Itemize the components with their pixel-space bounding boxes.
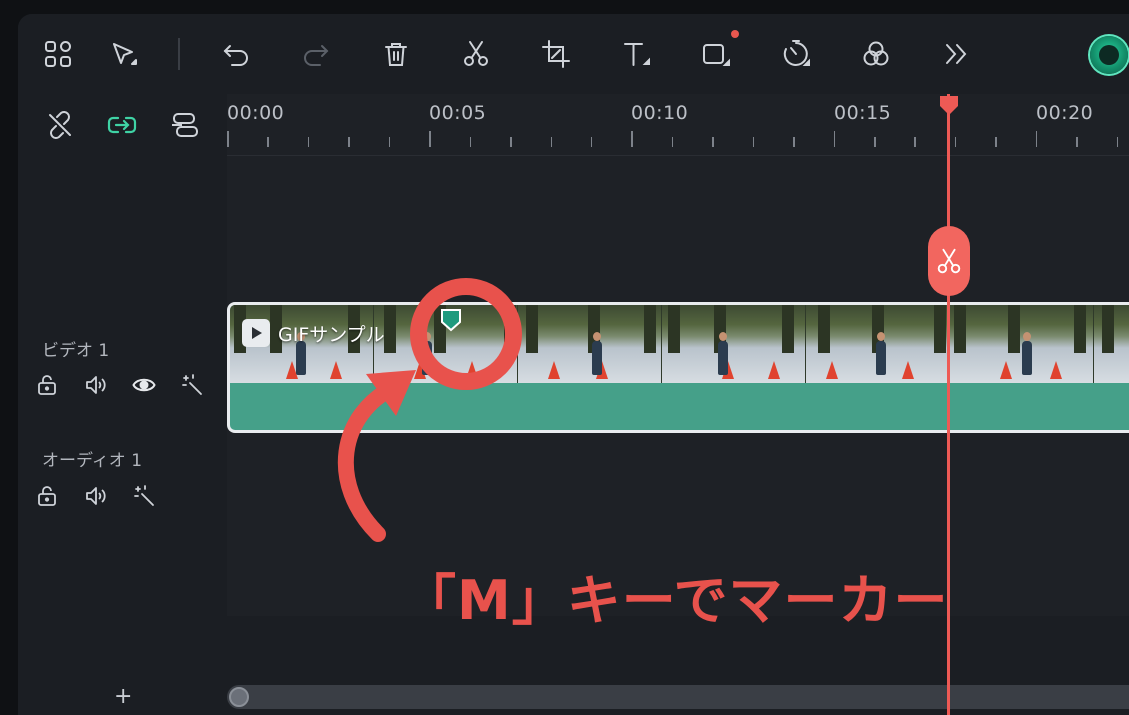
clip-frame [1094,305,1129,383]
video-track-name: ビデオ 1 [42,341,110,361]
undo-icon[interactable] [216,34,256,74]
crop-icon[interactable] [536,34,576,74]
timeline-ruler[interactable]: 00:00 00:05 00:10 00:15 00:20 [227,94,1129,156]
ruler-tick [307,137,310,147]
ruler-tick [227,131,229,147]
video-track-header: ビデオ 1 [18,298,227,436]
ruler-label: 00:00 [227,102,285,124]
ruler-tick [469,137,472,147]
magic-wand-icon[interactable] [132,484,156,508]
ruler-tick [1076,137,1078,147]
clip-frame [518,305,662,383]
notification-dot [731,30,739,38]
scrollbar-handle[interactable] [229,687,249,707]
split-scissors-button[interactable] [928,226,970,296]
editor-window: 00:00 00:05 00:10 00:15 00:20 ビデオ 1 オーディ… [18,14,1129,715]
horizontal-scrollbar[interactable] [227,685,1129,709]
playhead-handle[interactable] [938,94,960,116]
ruler-tick [793,137,795,147]
lock-icon[interactable] [36,373,60,397]
annotation-arrow [337,370,416,542]
ruler-tick [1116,137,1119,147]
ruler-tick [631,131,633,147]
play-icon [242,319,270,347]
ruler-tick [510,137,512,147]
speaker-icon[interactable] [84,484,108,508]
clip-frame [662,305,806,383]
ruler-tick [995,137,997,147]
ruler-tick [914,137,916,147]
magic-wand-icon[interactable] [180,373,204,397]
annotation-text: 「M」キーでマーカー [402,569,949,632]
ruler-tick [590,137,593,147]
ruler-tick [712,137,714,147]
more-icon[interactable] [936,34,976,74]
speed-icon[interactable] [776,34,816,74]
ruler-tick [1035,131,1038,147]
ruler-row: 00:00 00:05 00:10 00:15 00:20 [18,94,1129,156]
ai-assistant-icon[interactable] [1090,36,1128,74]
ruler-tick [388,137,391,147]
toolbar-separator [178,38,180,70]
clip-frame [950,305,1094,383]
ruler-tick [550,137,553,147]
audio-track-header: オーディオ 1 [18,436,227,616]
link-icon[interactable] [102,105,142,145]
shape-icon[interactable] [696,34,736,74]
empty-lane [227,156,1129,298]
text-icon[interactable] [616,34,656,74]
speaker-icon[interactable] [84,373,108,397]
eye-icon[interactable] [132,373,156,397]
grid-layout-icon[interactable] [38,34,78,74]
ruler-label: 00:10 [631,102,689,124]
ruler-label: 00:15 [834,102,892,124]
clip-title: GIFサンプル [278,323,385,346]
ruler-label: 00:05 [429,102,487,124]
redo-icon[interactable] [296,34,336,74]
select-arrow-icon[interactable] [104,34,144,74]
color-match-icon[interactable] [856,34,896,74]
ruler-tick [429,131,431,147]
delete-icon[interactable] [376,34,416,74]
ruler-tick [954,137,957,147]
lock-icon[interactable] [36,484,60,508]
clip-frame [806,305,950,383]
unlink-icon[interactable] [40,105,80,145]
ruler-tick [874,137,876,147]
toolbar [18,14,1129,94]
ruler-tick [752,137,755,147]
ruler-tick [267,137,269,147]
audio-track-name: オーディオ 1 [42,451,143,471]
ruler-tick [348,137,350,147]
ruler-label: 00:20 [1036,102,1094,124]
add-track-button[interactable]: + [114,684,132,709]
ruler-tick [833,131,836,147]
empty-lane-header [18,156,227,298]
ruler-tick [671,137,674,147]
group-icon[interactable] [165,105,205,145]
scissors-icon[interactable] [456,34,496,74]
